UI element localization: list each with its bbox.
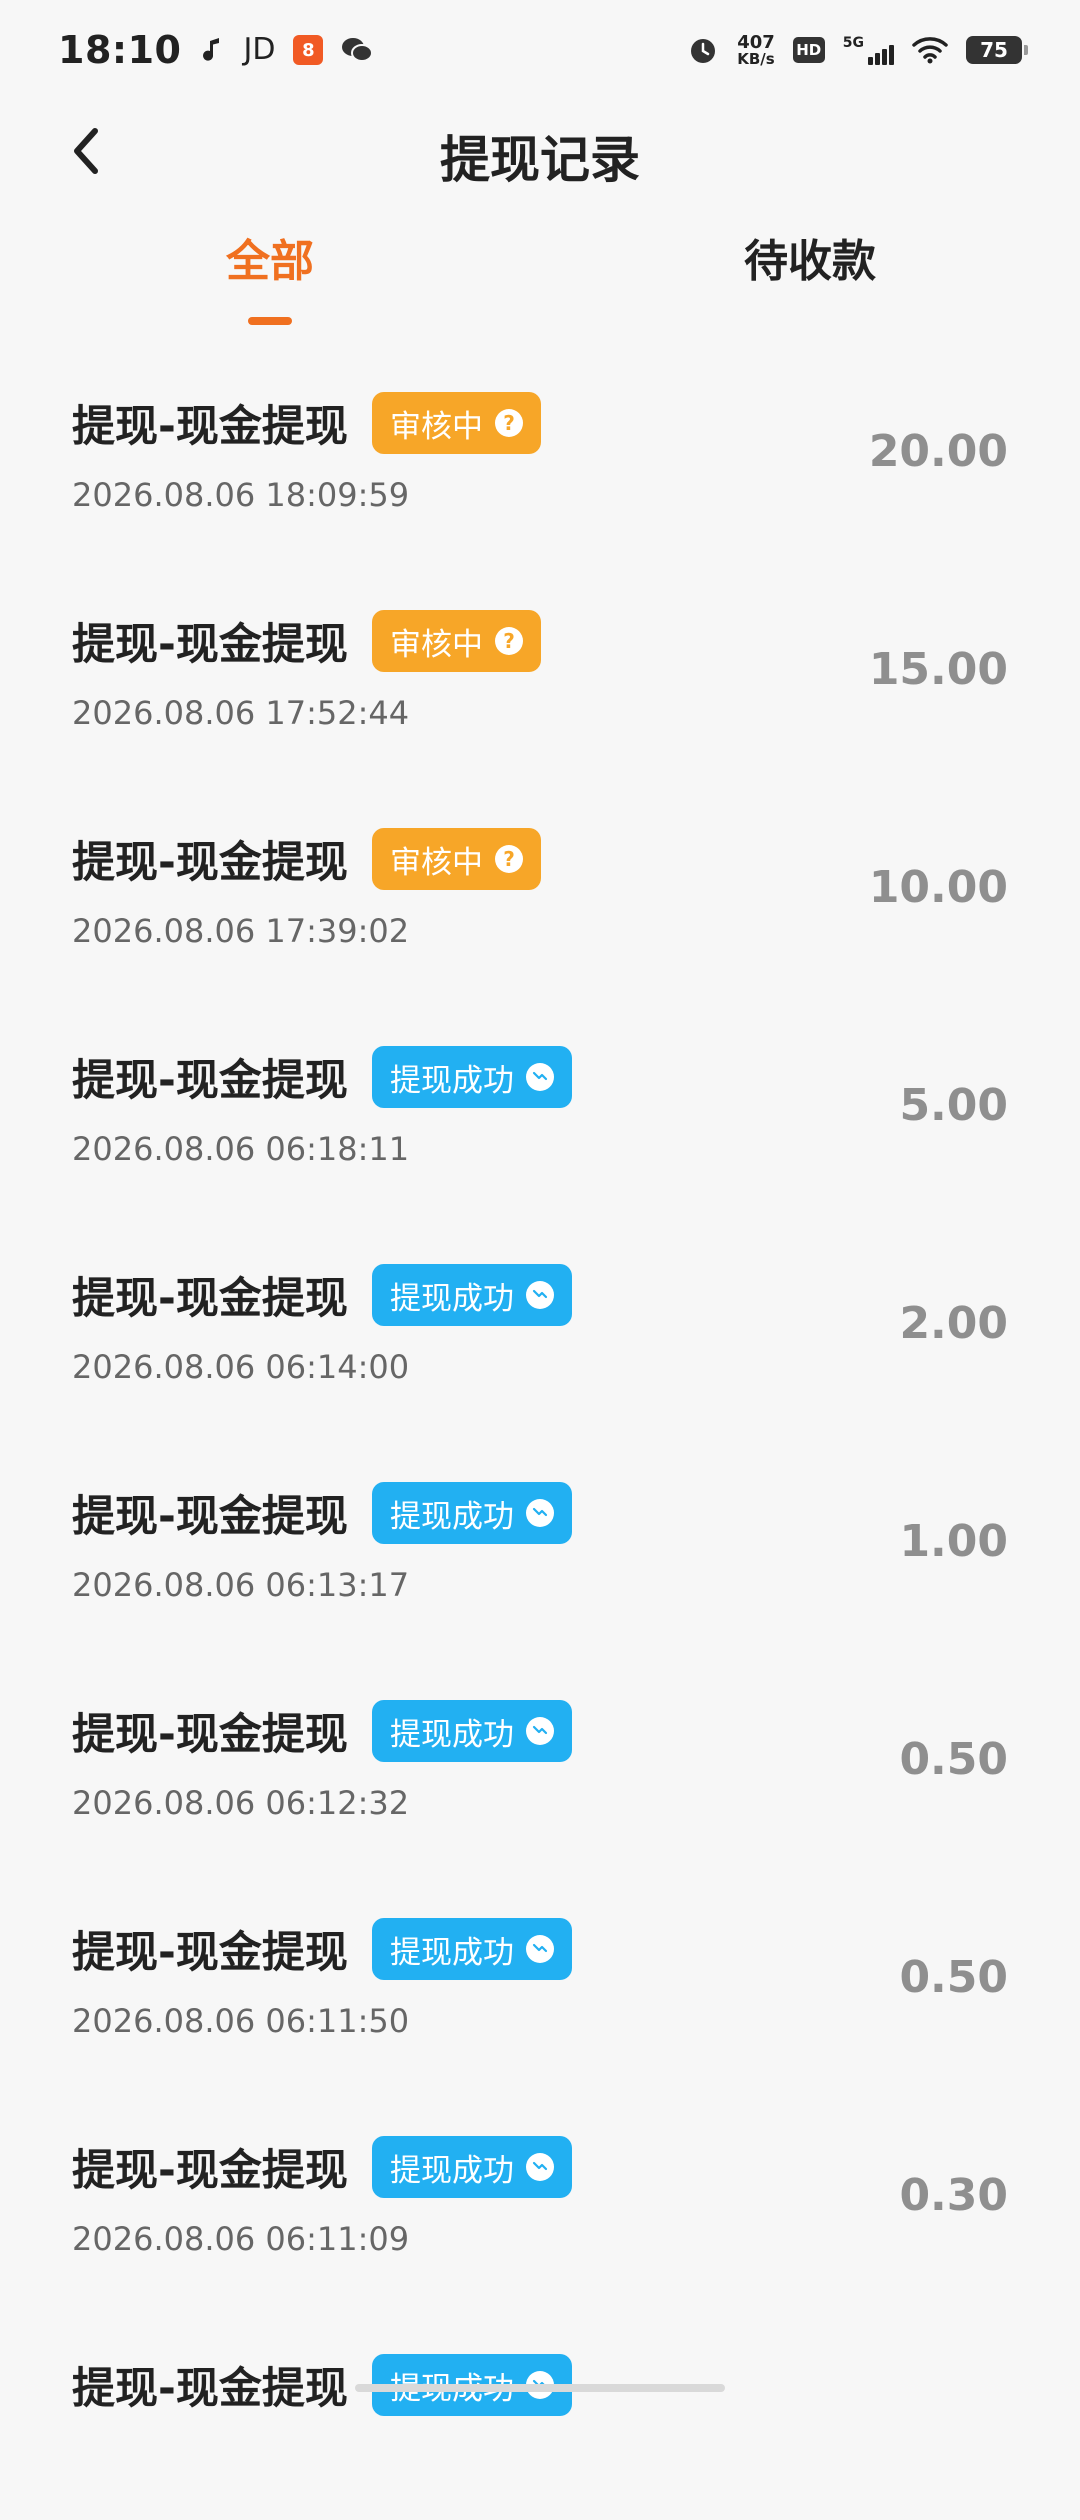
network-speed-value: 407: [737, 31, 775, 53]
record-title: 提现-现金提现: [72, 1492, 348, 1542]
chat-bubble-icon: [526, 1499, 554, 1527]
list-item[interactable]: 提现-现金提现 提现成功 2026.08.06 06:11:50 0.50: [0, 1866, 1080, 2084]
tab-all[interactable]: 全部: [150, 225, 390, 335]
status-badge-label: 提现成功: [390, 1498, 514, 1535]
hd-icon: HD: [792, 37, 825, 63]
status-badge-label: 提现成功: [390, 1280, 514, 1317]
record-amount: 5.00: [899, 1080, 1008, 1131]
status-badge-success: 提现成功: [372, 1700, 572, 1762]
question-icon: ?: [495, 627, 523, 655]
list-item[interactable]: 提现-现金提现 审核中? 2026.08.06 17:52:44 15.00: [0, 558, 1080, 776]
record-title: 提现-现金提现: [72, 1710, 348, 1760]
tab-pending-label: 待收款: [744, 236, 876, 287]
record-amount: 20.00: [868, 426, 1008, 477]
record-amount: 0.50: [899, 1952, 1008, 2003]
record-time: 2026.08.06 17:39:02: [72, 912, 410, 950]
status-badge-reviewing[interactable]: 审核中?: [372, 828, 541, 890]
record-time: 2026.08.06 06:14:00: [72, 1348, 410, 1386]
list-item[interactable]: 提现-现金提现 提现成功 2026.08.06 06:14:00 2.00: [0, 1212, 1080, 1430]
list-item[interactable]: 提现-现金提现 提现成功 2026.08.06 06:18:11 5.00: [0, 994, 1080, 1212]
record-time: 2026.08.06 18:09:59: [72, 476, 410, 514]
list-item[interactable]: 提现-现金提现 提现成功 2026.08.06 06:11:09 0.30: [0, 2084, 1080, 2302]
status-badge-success: 提现成功: [372, 2136, 572, 2198]
chat-bubble-icon: [526, 1281, 554, 1309]
record-title: 提现-现金提现: [72, 402, 348, 452]
tab-bar: 全部 待收款: [0, 225, 1080, 335]
alarm-icon: [687, 34, 719, 66]
jd-icon: JD: [243, 32, 276, 67]
network-type: 5G: [842, 35, 864, 51]
status-badge-label: 提现成功: [390, 1062, 514, 1099]
network-speed: 407 KB/s: [737, 31, 775, 68]
record-title: 提现-现金提现: [72, 2146, 348, 2196]
list-item[interactable]: 提现-现金提现 审核中? 2026.08.06 17:39:02 10.00: [0, 776, 1080, 994]
record-amount: 2.00: [899, 1298, 1008, 1349]
record-time: 2026.08.06 06:18:11: [72, 1130, 410, 1168]
chat-bubble-icon: [526, 1935, 554, 1963]
status-badge-label: 审核中: [390, 626, 483, 663]
app-notification-icon: 8: [293, 35, 324, 65]
status-time: 18:10: [58, 28, 182, 72]
list-item[interactable]: 提现-现金提现 审核中? 2026.08.06 18:09:59 20.00: [0, 340, 1080, 558]
status-badge-success: 提现成功: [372, 1264, 572, 1326]
record-time: 2026.08.06 17:52:44: [72, 694, 410, 732]
status-badge-reviewing[interactable]: 审核中?: [372, 610, 541, 672]
page-title: 提现记录: [440, 131, 640, 189]
question-icon: ?: [495, 409, 523, 437]
list-item[interactable]: 提现-现金提现提现成功: [0, 2302, 1080, 2520]
record-title: 提现-现金提现: [72, 2364, 348, 2414]
record-title: 提现-现金提现: [72, 1056, 348, 1106]
status-badge-label: 审核中: [390, 408, 483, 445]
chat-bubble-icon: [526, 1717, 554, 1745]
battery-icon: 75: [966, 36, 1028, 64]
record-title: 提现-现金提现: [72, 620, 348, 670]
list-item[interactable]: 提现-现金提现 提现成功 2026.08.06 06:12:32 0.50: [0, 1648, 1080, 1866]
record-amount: 0.50: [899, 1734, 1008, 1785]
record-time: 2026.08.06 06:11:09: [72, 2220, 410, 2258]
music-icon: [199, 35, 225, 65]
chat-bubble-icon: [526, 2153, 554, 2181]
question-icon: ?: [495, 845, 523, 873]
record-title: 提现-现金提现: [72, 1274, 348, 1324]
status-badge-label: 提现成功: [390, 1716, 514, 1753]
home-gesture-bar[interactable]: [355, 2384, 725, 2392]
tab-active-indicator: [248, 317, 292, 325]
record-title: 提现-现金提现: [72, 838, 348, 888]
status-badge-reviewing[interactable]: 审核中?: [372, 392, 541, 454]
record-time: 2026.08.06 06:13:17: [72, 1566, 410, 1604]
status-badge-success: 提现成功: [372, 1918, 572, 1980]
tab-all-label: 全部: [226, 236, 314, 287]
record-time: 2026.08.06 06:11:50: [72, 2002, 410, 2040]
status-badge-success: 提现成功: [372, 1046, 572, 1108]
header: 提现记录: [0, 100, 1080, 200]
chat-bubble-icon: [526, 1063, 554, 1091]
status-bar-right: 407 KB/s HD 5G 75: [687, 31, 1028, 68]
record-amount: 0.30: [899, 2170, 1008, 2221]
status-bar: 18:10 JD 8 407 KB/s HD 5G 75: [0, 0, 1080, 100]
record-amount: 1.00: [899, 1516, 1008, 1567]
tab-pending-payment[interactable]: 待收款: [690, 225, 930, 335]
record-amount: 10.00: [868, 862, 1008, 913]
status-badge-success: 提现成功: [372, 1482, 572, 1544]
wifi-icon: [912, 36, 948, 64]
status-badge-label: 提现成功: [390, 1934, 514, 1971]
wechat-icon: [341, 36, 374, 64]
record-title: 提现-现金提现: [72, 1928, 348, 1978]
status-badge-label: 提现成功: [390, 2152, 514, 2189]
signal-icon: 5G: [843, 35, 894, 65]
network-speed-unit: KB/s: [737, 49, 775, 68]
status-bar-left: 18:10 JD 8: [58, 28, 374, 72]
list-item[interactable]: 提现-现金提现 提现成功 2026.08.06 06:13:17 1.00: [0, 1430, 1080, 1648]
status-badge-label: 审核中: [390, 844, 483, 881]
record-amount: 15.00: [868, 644, 1008, 695]
record-time: 2026.08.06 06:12:32: [72, 1784, 410, 1822]
